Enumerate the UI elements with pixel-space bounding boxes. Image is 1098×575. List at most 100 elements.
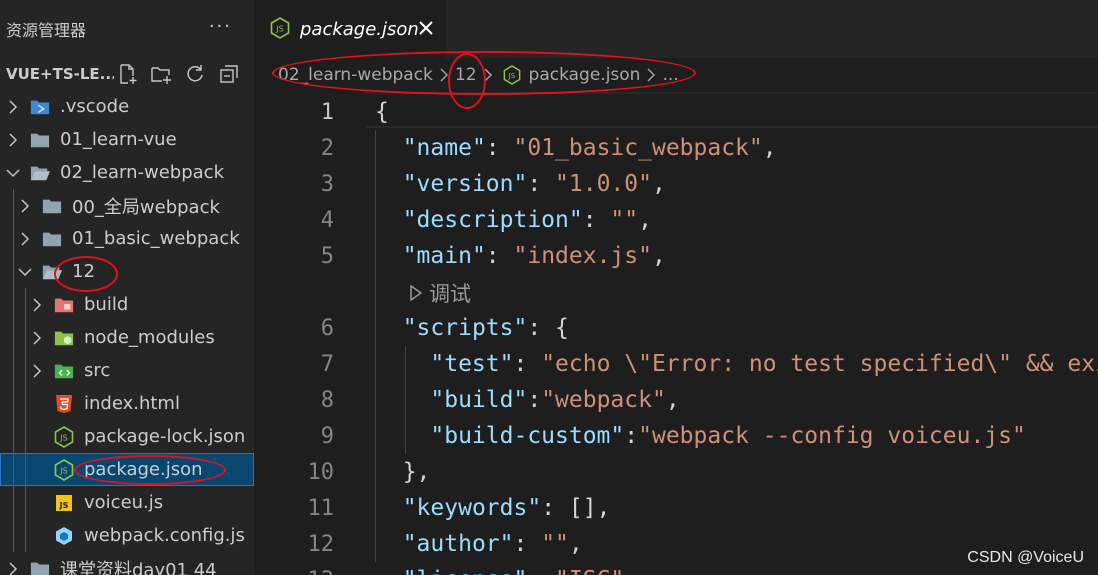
code-line[interactable]: 5 "main": "index.js",: [254, 238, 1098, 274]
json-string: "": [610, 207, 639, 233]
code-line[interactable]: 7 "test": "echo \"Error: no test specifi…: [254, 346, 1098, 382]
chevron-right-icon[interactable]: [18, 231, 32, 246]
json-punctuation: ,: [651, 243, 666, 269]
tree-item-label: .vscode: [60, 96, 130, 117]
json-string: "index.js": [513, 243, 652, 269]
chevron-right-icon[interactable]: [6, 99, 20, 114]
tree-item-src[interactable]: src: [0, 354, 254, 387]
tree-item-package-lock-json[interactable]: JS package-lock.json: [0, 420, 254, 453]
json-punctuation: :: [527, 171, 556, 197]
tab-label: package.json: [300, 19, 419, 40]
line-number: 1: [320, 99, 334, 125]
chevron-right-icon[interactable]: [30, 330, 44, 345]
indent-guide: [25, 387, 26, 420]
tree-item-label: package-lock.json: [84, 426, 246, 447]
line-number: 3: [320, 171, 334, 197]
tree-item-package-json[interactable]: JS package.json: [0, 453, 254, 486]
code-editor[interactable]: 调试 1{2 "name": "01_basic_webpack", 3 "ver…: [254, 92, 1098, 575]
indent-guide: [13, 222, 14, 255]
code-line[interactable]: 9 "build-custom":"webpack --config voice…: [254, 418, 1098, 454]
close-icon[interactable]: [416, 18, 436, 38]
json-punctuation: [375, 567, 403, 575]
breadcrumb-item-folder[interactable]: 02_learn-webpack: [278, 65, 433, 85]
project-section-header[interactable]: VUE+TS-LE...: [0, 58, 254, 90]
tree-item-node-modules[interactable]: node_modules: [0, 321, 254, 354]
breadcrumb-item-file[interactable]: package.json: [529, 65, 641, 85]
indent-guide: [13, 387, 14, 420]
tree-item-webpack-config-js[interactable]: webpack.config.js: [0, 519, 254, 552]
json-punctuation: [375, 423, 430, 449]
code-line[interactable]: 11 "keywords": [],: [254, 490, 1098, 526]
indent-guide: [13, 255, 14, 288]
indent-guide: [25, 354, 26, 387]
tree-item-01-learn-vue[interactable]: 01_learn-vue: [0, 123, 254, 156]
folder-icon: [30, 559, 50, 575]
new-file-icon[interactable]: [114, 62, 140, 86]
json-string: "01_basic_webpack": [513, 135, 763, 161]
json-key: "keywords": [402, 495, 542, 521]
tree-item-label: 02_learn-webpack: [60, 162, 224, 183]
explorer-sidebar: 资源管理器 ··· VUE+TS-LE... .vscode 01_learn-v…: [0, 0, 254, 575]
tree-item-02-learn-webpack[interactable]: 02_learn-webpack: [0, 156, 254, 189]
line-number: 5: [320, 243, 334, 269]
chevron-down-icon[interactable]: [18, 265, 32, 279]
tree-item-voiceu-js[interactable]: JS voiceu.js: [0, 486, 254, 519]
refresh-icon[interactable]: [182, 62, 208, 86]
chevron-right-icon[interactable]: [30, 297, 44, 312]
chevron-right-icon[interactable]: [6, 132, 20, 147]
chevron-right-icon[interactable]: [30, 363, 44, 378]
json-punctuation: :: [527, 567, 555, 575]
tree-item-label: 00_全局webpack: [72, 196, 220, 218]
chevron-down-icon[interactable]: [6, 166, 20, 180]
code-text: "license": "ISC": [375, 567, 625, 575]
chevron-right-icon[interactable]: [18, 198, 32, 213]
tree-item-12[interactable]: 12: [0, 255, 254, 288]
json-key: "build-custom": [430, 423, 625, 449]
chevron-right-icon: [480, 67, 496, 83]
code-line[interactable]: 1{: [254, 94, 1098, 130]
breadcrumb-item-symbols[interactable]: ...: [662, 65, 678, 85]
tree-item-day01-44[interactable]: 课堂资料day01 44: [0, 552, 254, 575]
more-actions-button[interactable]: ···: [209, 16, 232, 37]
code-line[interactable]: 4 "description": "",: [254, 202, 1098, 238]
indent-guide: [13, 189, 14, 222]
json-punctuation: [375, 135, 403, 161]
tree-item-label: 12: [72, 261, 95, 282]
webpack-icon: [54, 526, 74, 546]
json-punctuation: {: [375, 99, 389, 125]
json-string: "webpack --config voiceu.js": [638, 423, 1026, 449]
tree-item-build[interactable]: build: [0, 288, 254, 321]
chevron-right-icon: [436, 67, 452, 83]
new-folder-icon[interactable]: [148, 62, 174, 86]
json-key: "scripts": [402, 315, 528, 341]
code-text: {: [375, 99, 389, 125]
code-line[interactable]: 6 "scripts": {: [254, 310, 1098, 346]
build-folder-icon: [54, 295, 74, 315]
json-punctuation: : {: [527, 315, 569, 341]
tab-package-json[interactable]: JS package.json: [254, 0, 446, 58]
tree-item-01-basic-webpack[interactable]: 01_basic_webpack: [0, 222, 254, 255]
json-punctuation: [375, 387, 430, 413]
code-text: },: [375, 459, 431, 485]
code-text: "main": "index.js",: [375, 243, 666, 269]
chevron-right-icon[interactable]: [6, 561, 20, 575]
code-line[interactable]: 3 "version": "1.0.0",: [254, 166, 1098, 202]
file-tree: .vscode 01_learn-vue 02_learn-webpack 00_全局…: [0, 90, 254, 575]
json-punctuation: [375, 315, 403, 341]
collapse-all-icon[interactable]: [216, 62, 242, 86]
tree-item-label: voiceu.js: [84, 492, 164, 513]
tree-item-00-webpack[interactable]: 00_全局webpack: [0, 189, 254, 222]
code-line[interactable]: 8 "build":"webpack",: [254, 382, 1098, 418]
breadcrumb-item-subfolder[interactable]: 12: [455, 65, 477, 85]
code-text: "author": "",: [375, 531, 583, 557]
tree-item-index-html[interactable]: index.html: [0, 387, 254, 420]
debug-codelens[interactable]: 调试: [409, 278, 471, 308]
codelens-label: 调试: [429, 283, 471, 306]
json-punctuation: [375, 351, 430, 377]
json-punctuation: :: [485, 135, 514, 161]
code-line[interactable]: 2 "name": "01_basic_webpack",: [254, 130, 1098, 166]
tree-item-vscode[interactable]: .vscode: [0, 90, 254, 123]
code-text: "test": "echo \"Error: no test specified…: [375, 351, 1098, 377]
breadcrumb: 02_learn-webpack 12 JS package.json ...: [254, 58, 1098, 92]
code-line[interactable]: 10 },: [254, 454, 1098, 490]
